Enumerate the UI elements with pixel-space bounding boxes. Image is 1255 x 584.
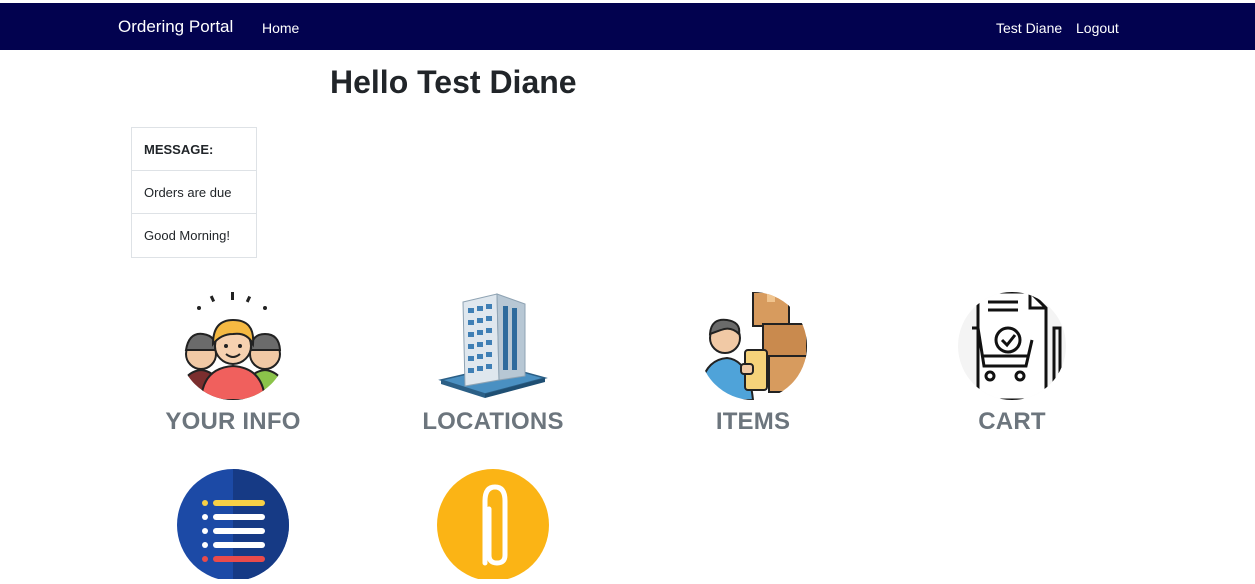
list-document-icon (177, 469, 289, 579)
tile-label[interactable]: YOUR INFO (123, 408, 343, 436)
brand-link[interactable]: Ordering Portal (118, 17, 233, 37)
message-row: Good Morning! (144, 228, 230, 243)
nav-logout-link[interactable]: Logout (1076, 20, 1119, 36)
delivery-person-boxes-icon (699, 292, 807, 400)
message-row: Orders are due (132, 171, 256, 214)
nav-user-name[interactable]: Test Diane (996, 20, 1062, 36)
tile-label[interactable]: ITEMS (643, 408, 863, 436)
tile-label[interactable]: CART (902, 408, 1122, 436)
message-table: MESSAGE: Orders are due Good Morning! (131, 127, 257, 258)
paperclip-icon (437, 469, 549, 579)
page-greeting: Hello Test Diane (330, 64, 577, 100)
nav-home-link[interactable]: Home (262, 20, 299, 36)
tile-label[interactable]: LOCATIONS (383, 408, 603, 436)
document-cart-checkmark-icon (958, 292, 1066, 400)
people-group-icon (179, 292, 287, 400)
office-building-icon (438, 293, 548, 398)
message-header: MESSAGE: (132, 128, 256, 171)
top-navbar: Ordering Portal Home Test Diane Logout (0, 3, 1255, 50)
